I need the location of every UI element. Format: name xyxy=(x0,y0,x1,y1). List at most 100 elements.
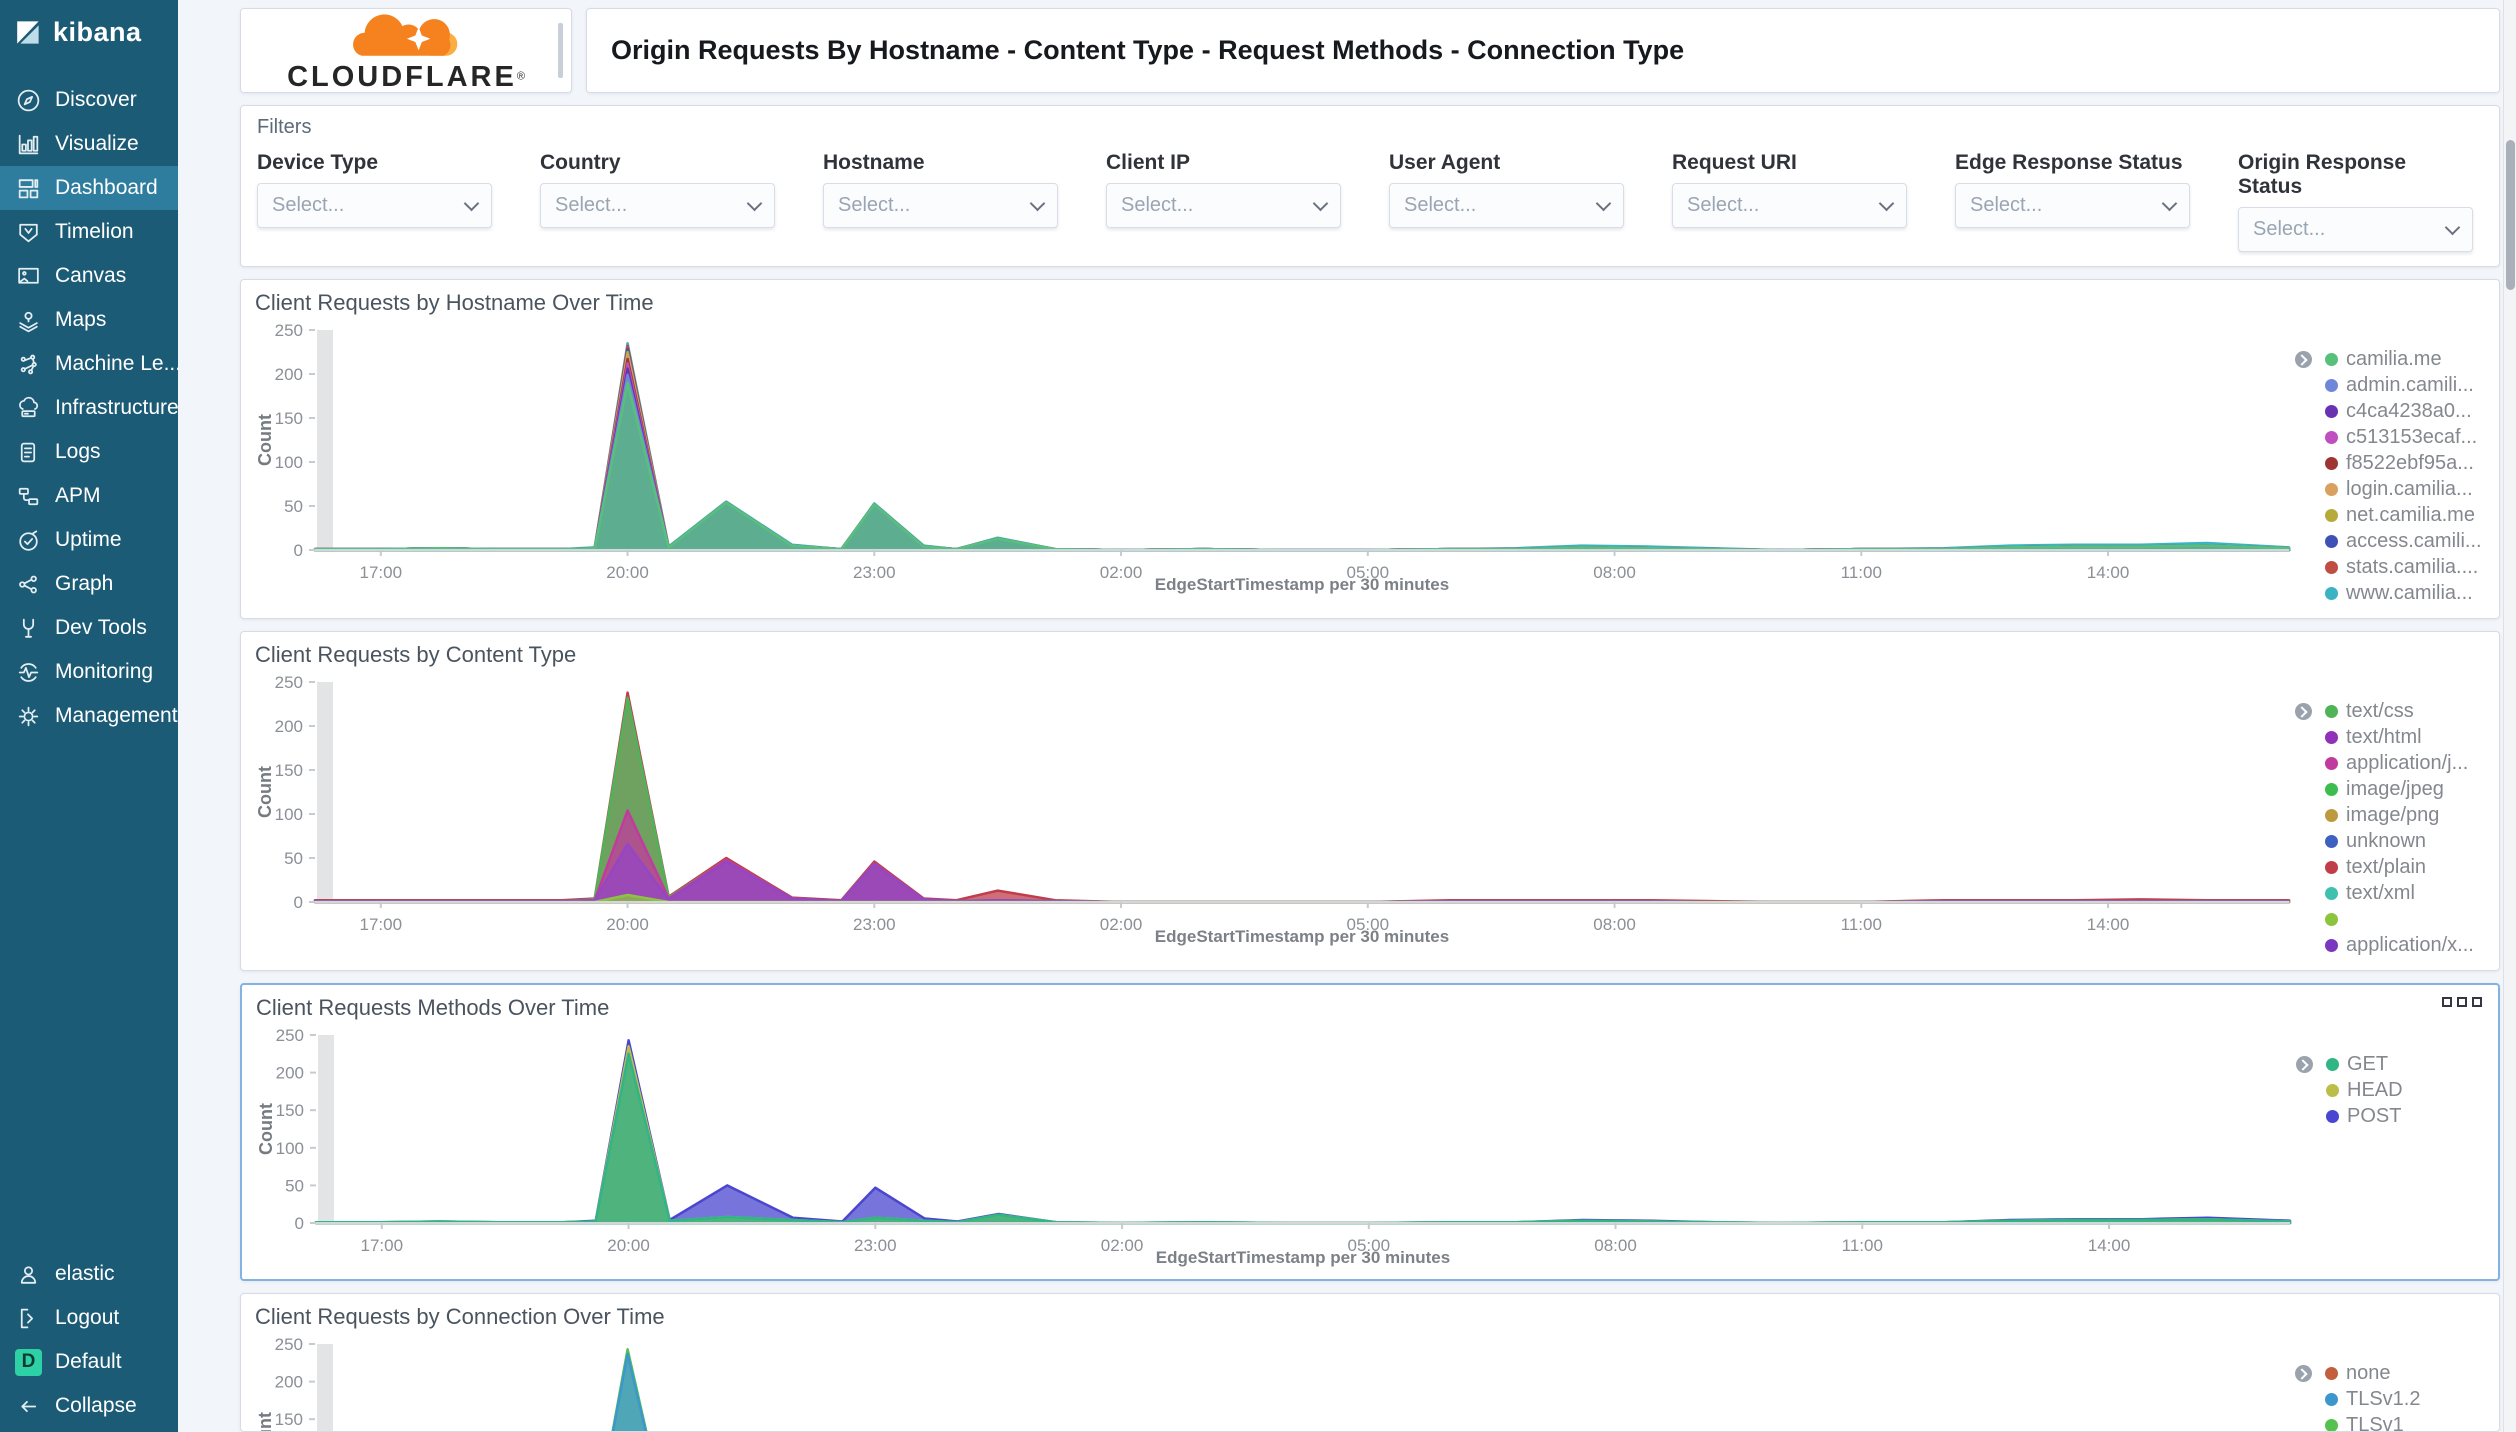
sidebar-item-logs[interactable]: Logs xyxy=(0,430,178,474)
sidebar-item-canvas[interactable]: Canvas xyxy=(0,254,178,298)
legend-label: c4ca4238a0... xyxy=(2346,399,2472,422)
user-agent-select[interactable]: Select... xyxy=(1389,183,1624,228)
legend-toggle-icon[interactable] xyxy=(2296,1056,2313,1073)
request-uri-select[interactable]: Select... xyxy=(1672,183,1907,228)
legend-item[interactable]: login.camilia... xyxy=(2325,476,2485,502)
uptime-icon xyxy=(15,527,42,554)
sidebar-item-label: Monitoring xyxy=(55,660,154,683)
legend-item[interactable]: www.camilia... xyxy=(2325,580,2485,606)
legend-toggle-icon[interactable] xyxy=(2295,1365,2312,1382)
legend-item[interactable] xyxy=(2325,906,2485,932)
machine-learning-icon xyxy=(15,351,42,378)
legend-item[interactable]: c513153ecaf... xyxy=(2325,424,2485,450)
legend-color-dot xyxy=(2325,1418,2338,1431)
chevron-down-icon xyxy=(2161,195,2178,211)
connection-area-chart[interactable]: 050100150200250Count xyxy=(255,1334,2295,1432)
legend-item[interactable]: none xyxy=(2325,1360,2485,1386)
sidebar-item-graph[interactable]: Graph xyxy=(0,562,178,606)
sidebar-item-dashboard[interactable]: Dashboard xyxy=(0,166,178,210)
sidebar-item-discover[interactable]: Discover xyxy=(0,78,178,122)
legend-item[interactable]: text/xml xyxy=(2325,880,2485,906)
legend-item[interactable]: f8522ebf95a... xyxy=(2325,450,2485,476)
sidebar-item-logout[interactable]: Logout xyxy=(0,1296,178,1340)
svg-text:50: 50 xyxy=(284,497,303,516)
filter-label: Country xyxy=(540,151,621,174)
legend-item[interactable]: GET xyxy=(2326,1051,2484,1077)
panel-menu-icon[interactable] xyxy=(2442,997,2482,1007)
legend-item[interactable]: stats.camilia.... xyxy=(2325,554,2485,580)
content-type-area-chart[interactable]: 05010015020025017:00 20:00 23:00 02:00 05:00… xyxy=(255,672,2295,946)
sidebar-item-label: Maps xyxy=(55,308,107,331)
sidebar-item-visualize[interactable]: Visualize xyxy=(0,122,178,166)
sidebar-item-apm[interactable]: APM xyxy=(0,474,178,518)
filter-country: Country Select... xyxy=(540,151,775,252)
svg-text:11:00: 11:00 xyxy=(1842,1236,1883,1255)
legend-item[interactable]: application/j... xyxy=(2325,750,2485,776)
chevron-down-icon xyxy=(1312,195,1329,211)
legend-item[interactable]: text/html xyxy=(2325,724,2485,750)
device-type-select[interactable]: Select... xyxy=(257,183,492,228)
sidebar-item-dev-tools[interactable]: Dev Tools xyxy=(0,606,178,650)
sidebar-item-user-elastic[interactable]: elastic xyxy=(0,1252,178,1296)
svg-text:23:00: 23:00 xyxy=(854,1236,897,1255)
chevron-down-icon xyxy=(463,195,480,211)
filter-label: Edge Response Status xyxy=(1955,151,2183,174)
legend-item[interactable]: text/plain xyxy=(2325,854,2485,880)
scrollbar-thumb[interactable] xyxy=(2506,140,2515,290)
logout-icon xyxy=(15,1305,42,1332)
legend-item[interactable]: net.camilia.me xyxy=(2325,502,2485,528)
legend-label: login.camilia... xyxy=(2346,477,2473,500)
origin-response-status-select[interactable]: Select... xyxy=(2238,207,2473,252)
client-ip-select[interactable]: Select... xyxy=(1106,183,1341,228)
legend-item[interactable]: c4ca4238a0... xyxy=(2325,398,2485,424)
legend-item[interactable]: access.camili... xyxy=(2325,528,2485,554)
sidebar-item-machine-learning[interactable]: Machine Le... xyxy=(0,342,181,386)
panel-drag-handle[interactable] xyxy=(558,23,563,78)
legend-item[interactable]: unknown xyxy=(2325,828,2485,854)
sidebar-item-management[interactable]: Management xyxy=(0,694,178,738)
legend-item[interactable]: camilia.me xyxy=(2325,346,2485,372)
svg-text:20:00: 20:00 xyxy=(607,1236,650,1255)
country-select[interactable]: Select... xyxy=(540,183,775,228)
edge-response-status-select[interactable]: Select... xyxy=(1955,183,2190,228)
legend-item[interactable]: admin.camili... xyxy=(2325,372,2485,398)
legend-item[interactable]: TLSv1.2 xyxy=(2325,1386,2485,1412)
wrench-icon xyxy=(15,615,42,642)
sidebar-item-label: Dashboard xyxy=(55,176,158,199)
legend-toggle-icon[interactable] xyxy=(2295,351,2312,368)
legend-toggle-icon[interactable] xyxy=(2295,703,2312,720)
filter-label: Device Type xyxy=(257,151,379,174)
legend-label: TLSv1 xyxy=(2346,1413,2404,1432)
sidebar-item-monitoring[interactable]: Monitoring xyxy=(0,650,178,694)
legend-color-dot xyxy=(2326,1109,2339,1123)
legend-label: admin.camili... xyxy=(2346,373,2474,396)
sidebar-item-uptime[interactable]: Uptime xyxy=(0,518,178,562)
select-placeholder: Select... xyxy=(1970,194,2043,216)
legend-item[interactable]: application/x... xyxy=(2325,932,2485,958)
sidebar-item-infrastructure[interactable]: Infrastructure xyxy=(0,386,179,430)
sidebar-item-collapse[interactable]: Collapse xyxy=(0,1384,178,1428)
sidebar-item-maps[interactable]: Maps xyxy=(0,298,178,342)
legend-item[interactable]: POST xyxy=(2326,1103,2484,1129)
legend-item[interactable]: TLSv1 xyxy=(2325,1412,2485,1432)
sidebar-item-timelion[interactable]: Timelion xyxy=(0,210,178,254)
legend-item[interactable]: image/jpeg xyxy=(2325,776,2485,802)
filter-client-ip: Client IP Select... xyxy=(1106,151,1341,252)
cloudflare-cloud-icon xyxy=(342,9,470,63)
sidebar-item-default-space[interactable]: D Default xyxy=(0,1340,178,1384)
sidebar-item-label: Logout xyxy=(55,1306,120,1329)
svg-text:11:00: 11:00 xyxy=(1841,915,1882,934)
sidebar-item-label: APM xyxy=(55,484,101,507)
legend-label: access.camili... xyxy=(2346,529,2482,552)
svg-text:250: 250 xyxy=(275,1335,303,1354)
legend-item[interactable]: HEAD xyxy=(2326,1077,2484,1103)
hostname-select[interactable]: Select... xyxy=(823,183,1058,228)
legend-item[interactable]: text/css xyxy=(2325,698,2485,724)
kibana-logo[interactable]: kibana xyxy=(0,0,178,64)
legend-item[interactable]: image/png xyxy=(2325,802,2485,828)
hostname-area-chart[interactable]: 05010015020025017:00 20:00 23:00 02:00 05:00… xyxy=(255,320,2295,594)
select-placeholder: Select... xyxy=(272,194,345,216)
kibana-logo-text: kibana xyxy=(53,16,142,47)
request-methods-area-chart[interactable]: 05010015020025017:00 20:00 23:00 02:00 05:00… xyxy=(256,1025,2296,1267)
filter-device-type: Device Type Select... xyxy=(257,151,492,252)
